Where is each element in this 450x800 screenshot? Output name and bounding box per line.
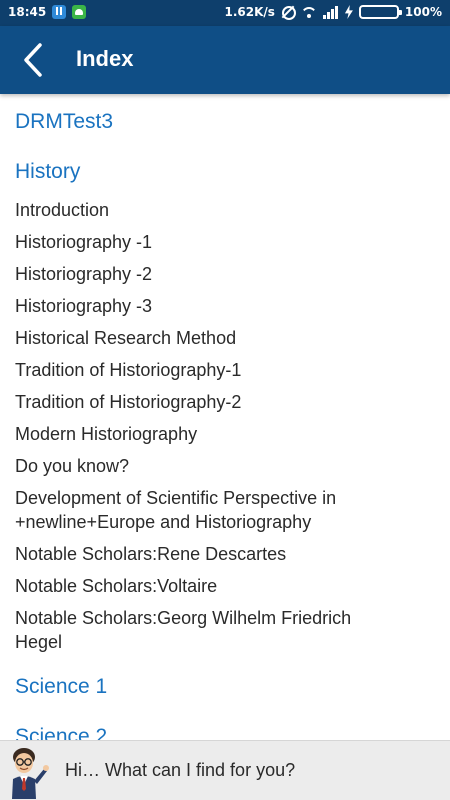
list-item[interactable]: Do you know? — [15, 454, 435, 478]
list-item[interactable]: Historiography -1 — [15, 230, 435, 254]
download-notification-icon — [52, 5, 67, 19]
section-heading-science-2[interactable]: Science 2 — [15, 725, 107, 740]
battery-icon — [358, 5, 402, 19]
battery-percent: 100% — [404, 5, 442, 19]
section-heading-science-1[interactable]: Science 1 — [15, 675, 107, 699]
list-item[interactable]: Tradition of Historiography-2 — [15, 390, 435, 414]
status-time: 18:45 — [8, 5, 47, 19]
charging-icon — [344, 5, 353, 19]
list-item[interactable]: Notable Scholars:Rene Descartes — [15, 542, 435, 566]
section-heading-history[interactable]: History — [15, 160, 80, 184]
signal-icon — [322, 5, 339, 19]
status-right: 1.62K/s 100% — [224, 5, 442, 20]
list-item[interactable]: Modern Historiography — [15, 422, 435, 446]
list-item[interactable]: Introduction — [15, 198, 435, 222]
assistant-prompt[interactable]: Hi… What can I find for you? — [65, 760, 295, 781]
app-bar: Index — [0, 26, 450, 94]
android-notification-icon — [72, 5, 87, 19]
index-list: DRMTest3 History Introduction Historiogr… — [0, 94, 450, 740]
index-heading-drmtest3[interactable]: DRMTest3 — [15, 110, 113, 134]
alarm-off-icon — [281, 5, 296, 20]
list-item[interactable]: Notable Scholars:Voltaire — [15, 574, 435, 598]
list-item[interactable]: Historiography -2 — [15, 262, 435, 286]
back-button[interactable] — [14, 40, 54, 80]
page-title: Index — [76, 46, 134, 71]
list-item[interactable]: Historiography -3 — [15, 294, 435, 318]
chevron-left-icon — [24, 43, 42, 77]
wifi-icon — [301, 5, 317, 19]
status-left: 18:45 — [8, 5, 87, 19]
list-item[interactable]: Development of Scientific Perspective in… — [15, 486, 395, 534]
network-speed: 1.62K/s — [224, 5, 275, 19]
assistant-avatar-icon — [12, 748, 49, 799]
assistant-bar[interactable]: Hi… What can I find for you? — [0, 740, 450, 800]
list-item[interactable]: Tradition of Historiography-1 — [15, 358, 435, 382]
list-item[interactable]: Notable Scholars:Georg Wilhelm Friedrich… — [15, 606, 400, 654]
status-bar: 18:45 1.62K/s 100% — [0, 0, 450, 26]
list-item[interactable]: Historical Research Method — [15, 326, 435, 350]
